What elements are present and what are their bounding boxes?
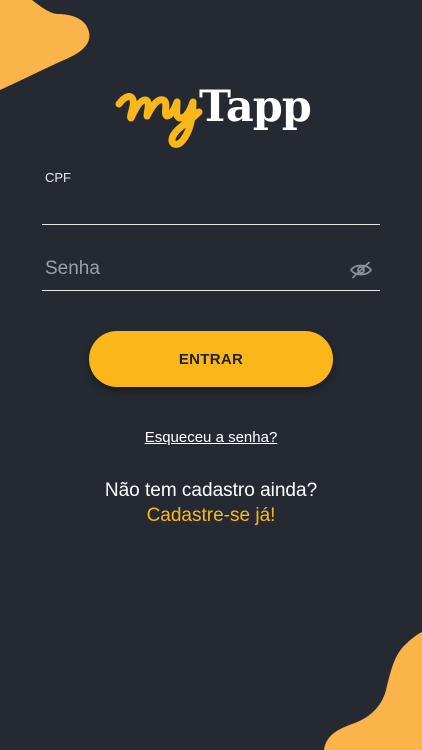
cpf-label: CPF bbox=[45, 170, 71, 185]
eye-off-icon[interactable] bbox=[350, 261, 372, 279]
logo-wordmark-tapp: Tapp bbox=[199, 82, 312, 132]
mytapp-logo: Tapp bbox=[115, 78, 315, 150]
login-button[interactable]: ENTRAR bbox=[89, 331, 333, 387]
signup-link[interactable]: Cadastre-se já! bbox=[0, 505, 422, 527]
password-input[interactable] bbox=[45, 256, 335, 282]
corner-blob-bottom-decoration bbox=[324, 632, 422, 750]
cpf-input[interactable] bbox=[45, 196, 375, 220]
forgot-password-link[interactable]: Esqueceu a senha? bbox=[0, 429, 422, 446]
password-field[interactable] bbox=[42, 248, 380, 291]
corner-blob-top-decoration bbox=[0, 0, 90, 90]
cpf-field[interactable]: CPF bbox=[42, 168, 380, 225]
signup-prompt-text: Não tem cadastro ainda? bbox=[104, 480, 318, 501]
